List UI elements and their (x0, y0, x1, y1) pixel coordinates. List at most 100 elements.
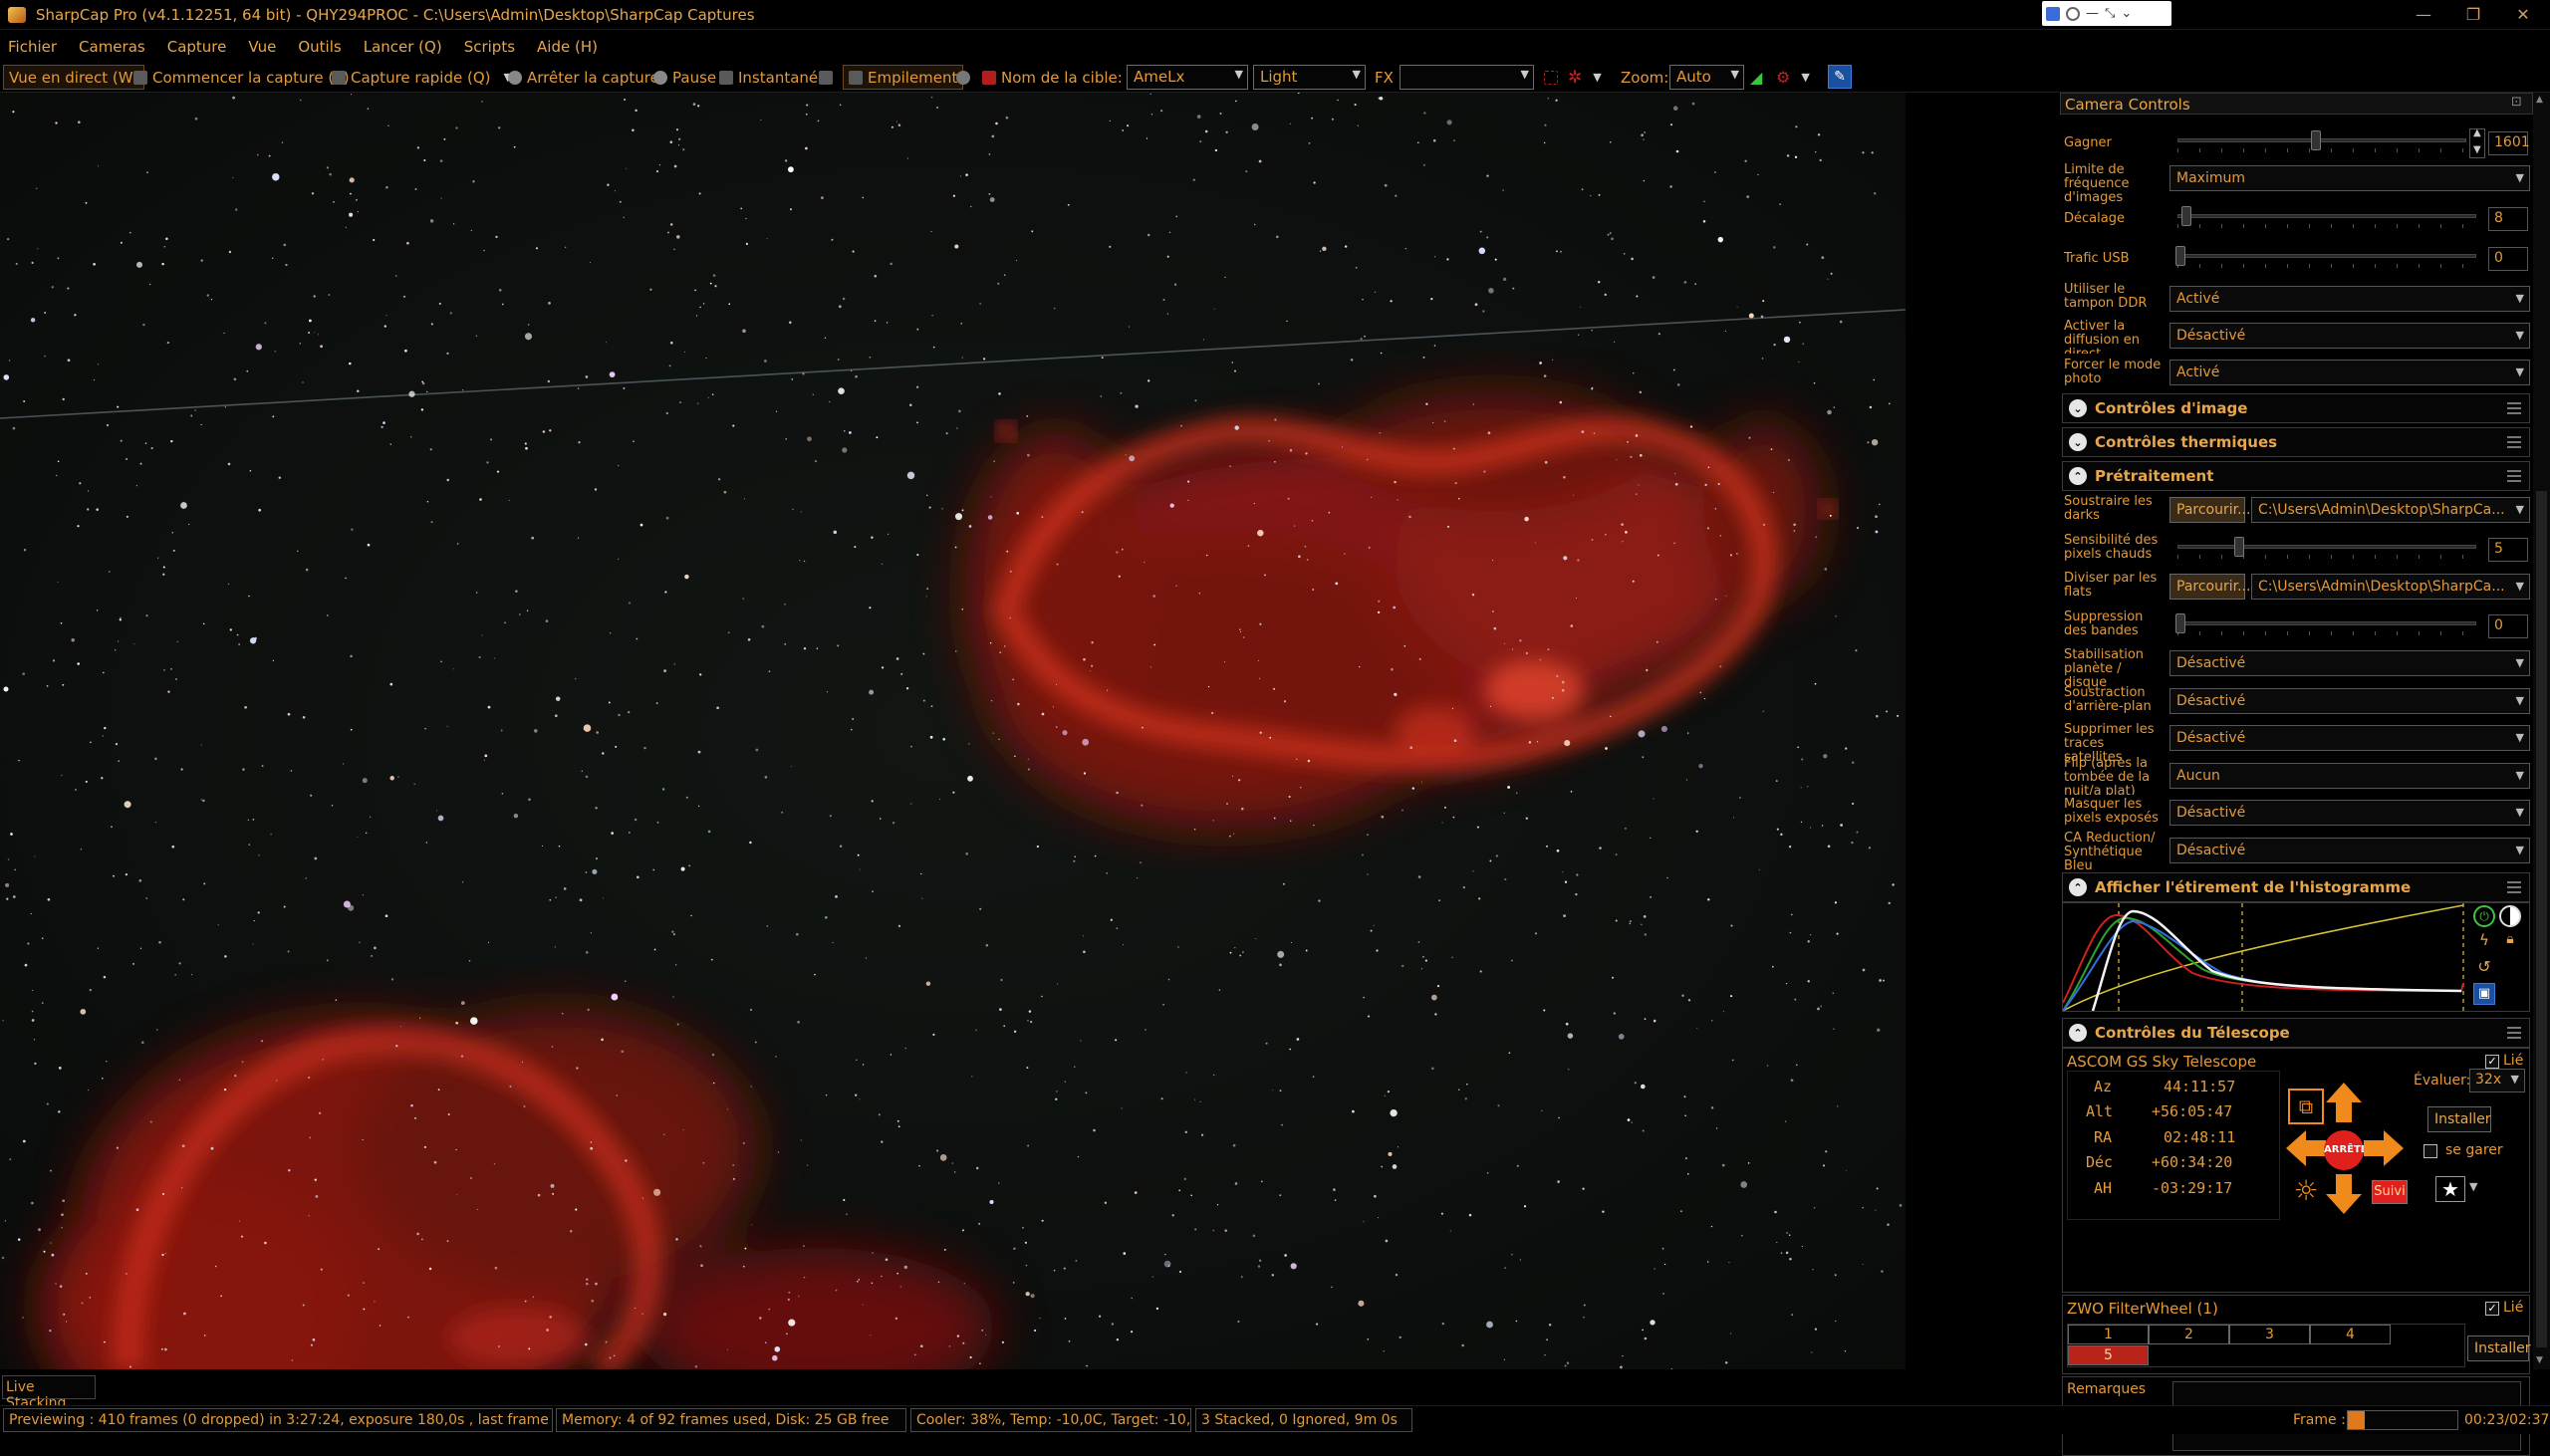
gain-spinner[interactable]: ▲ ▼ (2469, 127, 2485, 158)
framerate-select[interactable]: Maximum ▼ (2169, 165, 2530, 191)
filter-slot-1[interactable]: 1 (2068, 1325, 2149, 1344)
home-target-icon[interactable]: ☼ (2288, 1174, 2324, 1210)
banding-value[interactable]: 0 (2488, 614, 2528, 638)
menu-icon[interactable] (2507, 402, 2521, 414)
hotpixel-value[interactable]: 5 (2488, 538, 2528, 562)
menu-vue[interactable]: Vue (248, 38, 286, 56)
chevron-down-icon[interactable]: ▼ (2473, 144, 2481, 155)
gain-slider[interactable] (2177, 128, 2466, 152)
lightning-icon[interactable]: ϟ (2473, 931, 2495, 953)
save-icon[interactable]: ▣ (2473, 983, 2495, 1005)
maximize-button[interactable]: ❐ (2462, 4, 2484, 26)
reset-icon[interactable]: ↺ (2473, 957, 2495, 979)
stacking-button[interactable]: Empilement (843, 65, 964, 90)
star-icon[interactable]: ★ (2435, 1176, 2465, 1202)
darks-browse-button[interactable]: Parcourir... (2169, 497, 2250, 523)
darks-path-select[interactable]: C:\Users\Admin\Desktop\SharpCa... ▼ (2251, 497, 2530, 523)
usb-traffic-slider[interactable] (2175, 244, 2476, 268)
menu-outils[interactable]: Outils (298, 38, 351, 56)
menu-aide[interactable]: Aide (H) (537, 38, 608, 56)
menu-scripts[interactable]: Scripts (464, 38, 525, 56)
offset-slider-thumb[interactable] (2181, 206, 2191, 226)
image-controls-header[interactable]: ⌄ Contrôles d'image (2062, 393, 2530, 423)
lock-icon[interactable]: 🔒︎ (2499, 931, 2521, 953)
stop-capture-button[interactable]: Arrêter la capture (508, 65, 659, 90)
hotpixel-slider[interactable] (2177, 535, 2476, 559)
menu-icon[interactable] (2507, 436, 2521, 448)
target-name-input[interactable]: AmeLx ▼ (1127, 65, 1248, 90)
flats-browse-button[interactable]: Parcourir... (2169, 574, 2250, 600)
gain-value[interactable]: 1601 (2488, 131, 2530, 155)
tray-widget[interactable]: — ⤡ ⌄ (2042, 1, 2171, 26)
scroll-up-icon[interactable]: ▲ (2536, 95, 2543, 105)
crosshair-button[interactable]: ✲ ▼ (1568, 65, 1602, 90)
chevron-down-icon[interactable]: ▼ (2469, 1180, 2477, 1193)
telescope-setup-button[interactable]: Installer (2427, 1106, 2491, 1132)
panel-scrollbar[interactable]: ▲ ▼ (2533, 93, 2550, 1369)
photo-mode-select[interactable]: Activé ▼ (2169, 360, 2530, 385)
histogram-panel[interactable]: ⏻ ϟ 🔒︎ ↺ ▣ (2062, 902, 2530, 1012)
chevron-up-icon[interactable]: ▲ (2473, 127, 2481, 138)
flip-select[interactable]: Aucun ▼ (2169, 763, 2530, 789)
goto-target-icon[interactable]: ⧉ (2288, 1089, 2324, 1124)
banding-slider-thumb[interactable] (2175, 613, 2185, 633)
ddr-select[interactable]: Activé ▼ (2169, 286, 2530, 312)
contrast-icon[interactable] (2499, 905, 2521, 927)
pause-button[interactable]: Pause (653, 65, 716, 90)
quick-capture-button[interactable]: Capture rapide (Q)▼ (332, 65, 512, 90)
menu-capture[interactable]: Capture (167, 38, 237, 56)
red-light-icon[interactable] (982, 70, 996, 85)
park-checkbox[interactable] (2423, 1144, 2437, 1158)
menu-icon[interactable] (2507, 881, 2521, 893)
histogram-header[interactable]: ⌃ Afficher l'étirement de l'histogramme (2062, 872, 2530, 902)
stop-button[interactable]: ARRÊTE (2324, 1130, 2368, 1170)
scrollbar-thumb[interactable] (2536, 491, 2547, 1347)
scroll-down-icon[interactable]: ▼ (2536, 1355, 2543, 1365)
widget-expand-icon[interactable]: ⤡ (2105, 6, 2115, 21)
thermal-controls-header[interactable]: ⌄ Contrôles thermiques (2062, 427, 2530, 457)
filter-slot-2[interactable]: 2 (2149, 1325, 2229, 1344)
flats-path-select[interactable]: C:\Users\Admin\Desktop\SharpCa... ▼ (2251, 574, 2530, 600)
filter-slot-4[interactable]: 4 (2310, 1325, 2391, 1344)
usb-traffic-slider-thumb[interactable] (2175, 246, 2185, 266)
snapshot-button[interactable]: Instantané (719, 65, 818, 90)
polar-align-button[interactable]: ✎ (1828, 65, 1852, 89)
live-view-button[interactable]: Vue en direct (W) (3, 65, 145, 90)
background-select[interactable]: Désactivé ▼ (2169, 688, 2530, 714)
usb-traffic-value[interactable]: 0 (2488, 247, 2528, 271)
tracking-button[interactable]: Suivi (2372, 1180, 2408, 1204)
telescope-linked-checkbox[interactable]: ✓ (2485, 1055, 2499, 1069)
zoom-select[interactable]: Auto ▼ (1669, 65, 1744, 90)
widget-chevron-down-icon[interactable]: ⌄ (2121, 6, 2132, 21)
roi-button[interactable] (1544, 65, 1558, 90)
rate-select[interactable]: 32x ▼ (2469, 1069, 2525, 1092)
menu-icon[interactable] (2507, 470, 2521, 482)
frame-type-select[interactable]: Light ▼ (1253, 65, 1366, 90)
gain-slider-thumb[interactable] (2311, 130, 2322, 150)
histogram-mini-button[interactable]: ◢ (1750, 65, 1762, 90)
pin-icon[interactable]: ⊡ (2511, 95, 2522, 110)
preprocessing-header[interactable]: ⌃ Prétraitement (2062, 461, 2530, 491)
fx-select[interactable]: ▼ (1400, 65, 1534, 90)
banding-slider[interactable] (2175, 611, 2476, 635)
live-image-viewport[interactable] (0, 93, 1906, 1369)
reticle-button[interactable] (956, 65, 970, 90)
arrow-right-icon[interactable] (2362, 1128, 2406, 1168)
arrow-up-icon[interactable] (2324, 1081, 2364, 1124)
menu-icon[interactable] (2507, 1027, 2521, 1039)
focus-button[interactable]: ⚙ ▼ (1776, 65, 1810, 90)
stabilization-select[interactable]: Désactivé ▼ (2169, 650, 2530, 676)
offset-slider[interactable] (2177, 204, 2476, 228)
menu-cameras[interactable]: Cameras (79, 38, 155, 56)
broadcast-select[interactable]: Désactivé ▼ (2169, 323, 2530, 349)
power-icon[interactable]: ⏻ (2473, 905, 2495, 927)
chevron-down-icon[interactable]: ▼ (1801, 71, 1809, 84)
hotpixel-slider-thumb[interactable] (2234, 537, 2244, 557)
widget-icon-a[interactable] (2046, 6, 2060, 21)
display-settings-button[interactable] (819, 65, 833, 90)
satellite-select[interactable]: Désactivé ▼ (2169, 725, 2530, 751)
widget-icon-b[interactable] (2066, 6, 2080, 21)
filter-slot-3[interactable]: 3 (2229, 1325, 2310, 1344)
offset-value[interactable]: 8 (2488, 207, 2528, 231)
mask-select[interactable]: Désactivé ▼ (2169, 800, 2530, 826)
